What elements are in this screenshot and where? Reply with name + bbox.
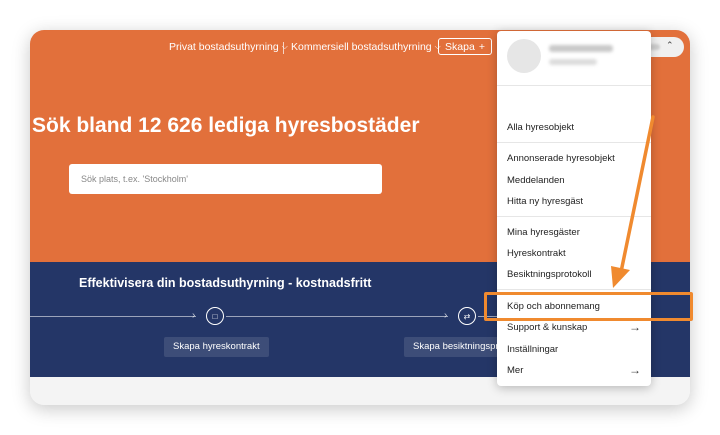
annotation-arrow-icon [611, 115, 655, 288]
